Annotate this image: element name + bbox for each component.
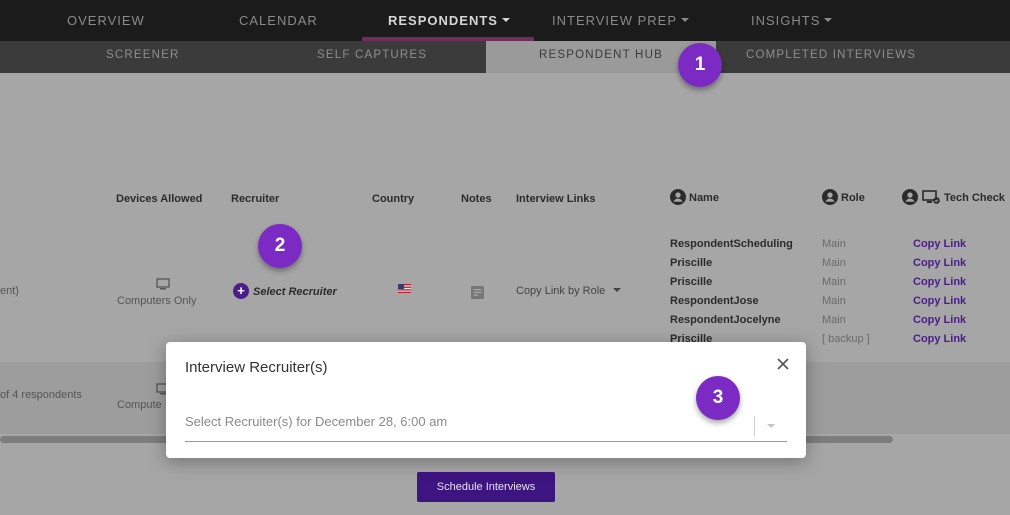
recruiter-select[interactable]: Select Recruiter(s) for December 28, 6:0…: [185, 404, 787, 442]
nav-interview-prep-label: INTERVIEW PREP: [552, 13, 678, 28]
header-role: Role: [822, 189, 865, 205]
nav-respondents-label: RESPONDENTS: [388, 13, 498, 28]
respondent-name: RespondentJose: [670, 295, 759, 307]
header-recruiter: Recruiter: [231, 193, 280, 205]
recruiter-select-placeholder: Select Recruiter(s) for December 28, 6:0…: [185, 414, 448, 429]
sub-nav: SCREENER SELF CAPTURES RESPONDENT HUB CO…: [0, 41, 1010, 73]
respondent-name: Priscille: [670, 276, 713, 288]
user-circle-icon: [822, 189, 838, 205]
nav-insights[interactable]: INSIGHTS: [751, 0, 833, 41]
respondent-name: RespondentScheduling: [670, 238, 793, 250]
modal-title: Interview Recruiter(s): [185, 359, 328, 376]
respondent-name: RespondentJocelyne: [670, 314, 781, 326]
chevron-down-icon: [613, 287, 622, 292]
copy-link[interactable]: Copy Link: [913, 257, 966, 269]
copy-link-by-role-label: Copy Link by Role: [516, 285, 606, 297]
copy-link-by-role-dropdown[interactable]: Copy Link by Role: [516, 285, 622, 297]
annotation-badge: 2: [258, 224, 302, 268]
nav-calendar[interactable]: CALENDAR: [239, 0, 318, 41]
chevron-down-icon: [681, 18, 690, 23]
header-role-label: Role: [841, 191, 865, 204]
chevron-down-icon: [824, 18, 833, 23]
chevron-down-icon[interactable]: [767, 424, 775, 428]
header-devices-allowed: Devices Allowed: [116, 193, 203, 205]
header-name-label: Name: [689, 191, 719, 204]
nav-insights-label: INSIGHTS: [751, 13, 821, 28]
devices-value: Compute: [117, 399, 162, 411]
schedule-interviews-button[interactable]: Schedule Interviews: [417, 472, 555, 502]
copy-link[interactable]: Copy Link: [913, 333, 966, 345]
computer-icon: [156, 278, 170, 290]
respondent-count: of 4 respondents: [0, 389, 82, 401]
select-separator: [754, 416, 755, 436]
top-nav: OVERVIEW CALENDAR RESPONDENTS INTERVIEW …: [0, 0, 1010, 41]
devices-value: Computers Only: [117, 295, 197, 307]
row-fragment: ent): [0, 285, 19, 297]
select-recruiter-label: Select Recruiter: [253, 285, 337, 298]
tab-completed-interviews[interactable]: COMPLETED INTERVIEWS: [746, 41, 916, 73]
tab-respondent-hub[interactable]: RESPONDENT HUB: [539, 41, 663, 73]
chevron-down-icon: [501, 18, 510, 23]
notes-icon[interactable]: [470, 285, 485, 300]
user-circle-icon: [902, 189, 918, 205]
respondent-role: [ backup ]: [822, 333, 870, 345]
respondent-role: Main: [822, 295, 846, 307]
header-name: Name: [670, 189, 719, 205]
header-country: Country: [372, 193, 415, 205]
tab-screener[interactable]: SCREENER: [106, 41, 180, 73]
copy-link[interactable]: Copy Link: [913, 276, 966, 288]
nav-respondents[interactable]: RESPONDENTS: [388, 0, 510, 41]
nav-overview[interactable]: OVERVIEW: [67, 0, 145, 41]
close-icon[interactable]: [775, 356, 791, 372]
annotation-badge: 1: [678, 43, 722, 87]
respondent-name: Priscille: [670, 257, 713, 269]
respondent-role: Main: [822, 276, 846, 288]
copy-link[interactable]: Copy Link: [913, 238, 966, 250]
flag-us-icon: [398, 284, 411, 293]
annotation-badge: 3: [696, 376, 740, 420]
select-recruiter-button[interactable]: + Select Recruiter: [233, 283, 337, 299]
respondent-role: Main: [822, 257, 846, 269]
monitor-check-icon: [922, 190, 940, 204]
tab-self-captures[interactable]: SELF CAPTURES: [317, 41, 427, 73]
respondent-role: Main: [822, 238, 846, 250]
header-tech-check: Tech Check: [902, 189, 1005, 205]
header-interview-links: Interview Links: [516, 193, 596, 205]
header-notes: Notes: [461, 193, 492, 205]
user-circle-icon: [670, 189, 686, 205]
nav-interview-prep[interactable]: INTERVIEW PREP: [552, 0, 690, 41]
respondent-role: Main: [822, 314, 846, 326]
copy-link[interactable]: Copy Link: [913, 314, 966, 326]
plus-circle-icon: +: [233, 283, 249, 299]
copy-link[interactable]: Copy Link: [913, 295, 966, 307]
header-tech-check-label: Tech Check: [944, 191, 1005, 204]
